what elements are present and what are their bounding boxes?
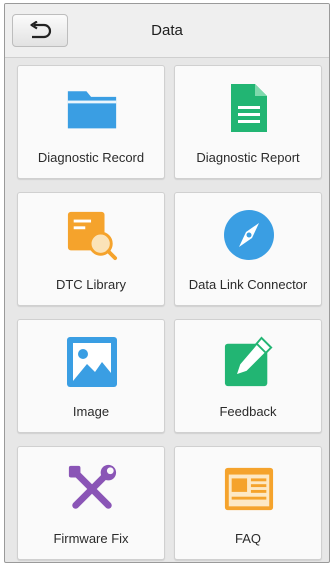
back-arrow-icon bbox=[30, 20, 52, 38]
tile-dtc-library[interactable]: DTC Library bbox=[17, 192, 165, 306]
faq-news-icon bbox=[224, 467, 274, 511]
tile-diagnostic-report[interactable]: Diagnostic Report bbox=[174, 65, 322, 179]
tile-label: Diagnostic Report bbox=[196, 150, 300, 165]
edit-pencil-icon bbox=[224, 336, 273, 387]
tile-label: Data Link Connector bbox=[188, 277, 308, 292]
folder-icon bbox=[67, 91, 117, 129]
tile-data-link-connector[interactable]: Data Link Connector bbox=[174, 192, 322, 306]
tile-diagnostic-record[interactable]: Diagnostic Record bbox=[17, 65, 165, 179]
tile-faq[interactable]: FAQ bbox=[174, 446, 322, 560]
back-button[interactable] bbox=[12, 14, 68, 47]
compass-icon bbox=[224, 210, 274, 260]
header-bar: Data bbox=[5, 4, 329, 58]
dtc-library-icon bbox=[67, 211, 118, 261]
tile-label: Feedback bbox=[219, 404, 277, 419]
tile-image[interactable]: Image bbox=[17, 319, 165, 433]
tile-feedback[interactable]: Feedback bbox=[174, 319, 322, 433]
app-frame: Data Diagnostic Record Diagnostic Report bbox=[4, 3, 330, 563]
tile-label: DTC Library bbox=[55, 277, 127, 292]
tile-label: Diagnostic Record bbox=[37, 150, 145, 165]
tools-icon bbox=[68, 464, 117, 509]
tile-label: Image bbox=[72, 404, 110, 419]
tile-firmware-fix[interactable]: Firmware Fix bbox=[17, 446, 165, 560]
document-icon bbox=[231, 84, 267, 132]
tile-label: Firmware Fix bbox=[53, 531, 129, 546]
tile-label: FAQ bbox=[234, 531, 261, 546]
image-icon bbox=[67, 337, 117, 387]
